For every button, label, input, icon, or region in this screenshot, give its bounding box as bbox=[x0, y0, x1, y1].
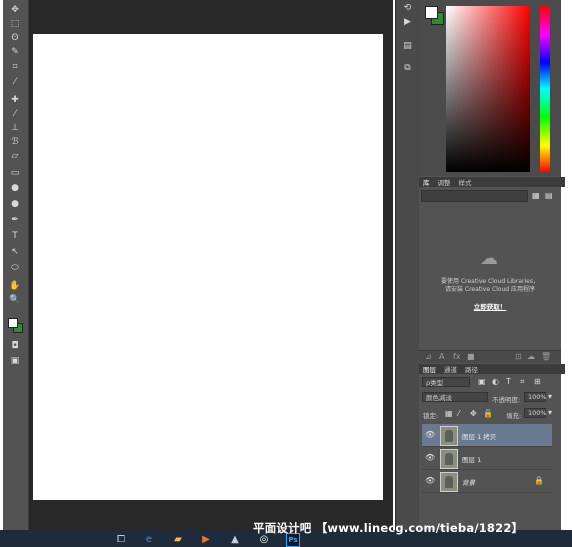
quick-select-icon[interactable]: ✎ bbox=[8, 45, 22, 58]
visibility-eye-icon[interactable]: 👁 bbox=[425, 430, 435, 439]
screen-mode-icon[interactable]: ▣ bbox=[8, 354, 22, 367]
eyedropper-icon[interactable]: ⁄ bbox=[8, 75, 22, 88]
tab-libraries[interactable]: 库 bbox=[423, 177, 430, 187]
hue-slider[interactable] bbox=[540, 6, 550, 172]
layer-thumbnail bbox=[440, 426, 458, 446]
library-footer: ⊿ A fx ■ ⊡ ☁ 🗑 bbox=[419, 350, 561, 363]
quick-mask-icon[interactable]: ◘ bbox=[8, 339, 22, 352]
lock-position-icon[interactable]: ✥ bbox=[470, 409, 477, 418]
lock-transparent-icon[interactable]: ▦ bbox=[445, 409, 453, 418]
clone-stamp-icon[interactable]: ⊥ bbox=[8, 121, 22, 134]
history-icon[interactable]: ⟲ bbox=[401, 2, 414, 14]
ellipse-shape-icon[interactable]: ⬭ bbox=[8, 261, 22, 274]
task-view-icon[interactable]: ⧠ bbox=[115, 533, 127, 545]
fill-chevron-icon[interactable]: ▾ bbox=[548, 408, 552, 417]
marquee-icon[interactable]: ⬚ bbox=[8, 17, 22, 30]
blend-mode-select[interactable]: 颜色减淡 bbox=[422, 392, 488, 402]
list-view-icon[interactable]: ▤ bbox=[545, 191, 554, 200]
lock-image-icon[interactable]: ⁄ bbox=[458, 409, 459, 418]
filter-shape-icon[interactable]: ⌗ bbox=[520, 377, 525, 387]
layer-thumbnail bbox=[440, 472, 458, 492]
add-fx-icon[interactable]: fx bbox=[453, 352, 461, 361]
fill-label: 填充: bbox=[506, 412, 522, 420]
cloud-sync-icon[interactable]: ☁ bbox=[527, 352, 535, 361]
tab-adjustments[interactable]: 调整 bbox=[438, 177, 451, 187]
watermark-text: 平面设计吧 【www.linecg.com/tieba/1822】 bbox=[253, 521, 524, 535]
lock-label: 锁定: bbox=[423, 412, 439, 420]
collapsed-panel-dock: ⟲ ▶ ▤ ⧉ bbox=[395, 0, 420, 530]
tab-channels[interactable]: 通道 bbox=[444, 364, 457, 374]
document-canvas[interactable] bbox=[33, 34, 383, 500]
path-select-icon[interactable]: ↖ bbox=[8, 245, 22, 258]
actions-play-icon[interactable]: ▶ bbox=[401, 16, 414, 28]
photos-icon[interactable]: ▲ bbox=[229, 533, 241, 545]
zoom-icon[interactable]: 🔍 bbox=[8, 293, 22, 306]
tab-layers[interactable]: 图层 bbox=[423, 364, 436, 374]
grid-view-icon[interactable]: ▦ bbox=[532, 191, 541, 200]
healing-brush-icon[interactable]: ✚ bbox=[8, 93, 22, 106]
layer-filter-select[interactable]: ρ类型 bbox=[422, 377, 470, 387]
filter-smart-object-icon[interactable]: ⊞ bbox=[534, 377, 541, 386]
filter-adjustment-icon[interactable]: ◐ bbox=[492, 377, 499, 386]
crop-icon[interactable]: ⌗ bbox=[8, 60, 22, 73]
add-color-icon[interactable]: ■ bbox=[467, 352, 475, 361]
media-player-icon[interactable]: ▶ bbox=[200, 533, 212, 545]
toolbar-foreground-swatch[interactable] bbox=[8, 318, 18, 328]
library-select[interactable] bbox=[421, 190, 528, 202]
tab-paths[interactable]: 路径 bbox=[465, 364, 478, 374]
clone-source-icon[interactable]: ⧉ bbox=[401, 62, 414, 74]
type-icon[interactable]: T bbox=[8, 229, 22, 242]
visibility-eye-icon[interactable]: 👁 bbox=[425, 453, 435, 462]
filter-type-icon[interactable]: T bbox=[506, 377, 511, 386]
pen-icon[interactable]: ✒ bbox=[8, 213, 22, 226]
layer-row[interactable]: 👁 背景 🔒 bbox=[422, 470, 552, 493]
fill-field[interactable]: 100% bbox=[524, 408, 547, 418]
visibility-eye-icon[interactable]: 👁 bbox=[425, 476, 435, 485]
layer-thumbnail bbox=[440, 449, 458, 469]
layer-name[interactable]: 图层 1 bbox=[462, 454, 481, 464]
add-text-icon[interactable]: A bbox=[439, 352, 444, 361]
file-explorer-icon[interactable]: ▰ bbox=[172, 533, 184, 545]
brush-icon[interactable]: ⁄ bbox=[8, 107, 22, 120]
layer-lock-icon: 🔒 bbox=[534, 476, 544, 485]
tab-styles[interactable]: 样式 bbox=[459, 177, 472, 187]
hand-icon[interactable]: ✋ bbox=[8, 279, 22, 292]
library-message-line-2: 请安装 Creative Cloud 应用程序 bbox=[444, 286, 535, 293]
lock-all-icon[interactable]: 🔒 bbox=[483, 409, 493, 418]
add-graphic-icon[interactable]: ⊿ bbox=[425, 352, 432, 361]
library-tab-bar: 库 调整 样式 bbox=[419, 177, 565, 187]
foreground-color-swatch[interactable] bbox=[425, 6, 438, 19]
dodge-icon[interactable]: ● bbox=[8, 197, 22, 210]
color-picker-field[interactable] bbox=[446, 6, 530, 172]
edge-icon[interactable]: e bbox=[143, 533, 155, 545]
history-brush-icon[interactable]: ℬ bbox=[8, 135, 22, 148]
get-creative-cloud-link[interactable]: 立即获取！ bbox=[419, 301, 561, 311]
gradient-icon[interactable]: ▭ bbox=[8, 166, 22, 179]
blur-icon[interactable]: ● bbox=[8, 181, 22, 194]
opacity-label: 不透明度: bbox=[492, 396, 521, 404]
opacity-field[interactable]: 100% bbox=[524, 392, 547, 402]
layers-tab-bar: 图层 通道 路径 bbox=[419, 364, 565, 374]
lasso-icon[interactable]: ʘ bbox=[8, 31, 22, 44]
opacity-chevron-icon[interactable]: ▾ bbox=[548, 392, 552, 401]
library-menu-icon[interactable]: ⊡ bbox=[515, 352, 522, 361]
layer-row[interactable]: 👁 图层 1 bbox=[422, 447, 552, 470]
layer-name[interactable]: 图层 1 拷贝 bbox=[462, 431, 496, 441]
tools-panel: ✥ ⬚ ʘ ✎ ⌗ ⁄ ✚ ⁄ ⊥ ℬ ▱ ▭ ● ● ✒ T ↖ ⬭ ✋ 🔍 ◘ ▣ bbox=[3, 0, 29, 530]
delete-icon[interactable]: 🗑 bbox=[541, 352, 551, 361]
properties-icon[interactable]: ▤ bbox=[401, 40, 414, 52]
layer-row[interactable]: 👁 图层 1 拷贝 bbox=[422, 424, 552, 447]
layer-name[interactable]: 背景 bbox=[462, 477, 475, 487]
eraser-icon[interactable]: ▱ bbox=[8, 149, 22, 162]
filter-pixel-icon[interactable]: ▣ bbox=[478, 377, 486, 386]
move-icon[interactable]: ✥ bbox=[8, 3, 22, 16]
creative-cloud-icon: ☁ bbox=[480, 248, 498, 269]
